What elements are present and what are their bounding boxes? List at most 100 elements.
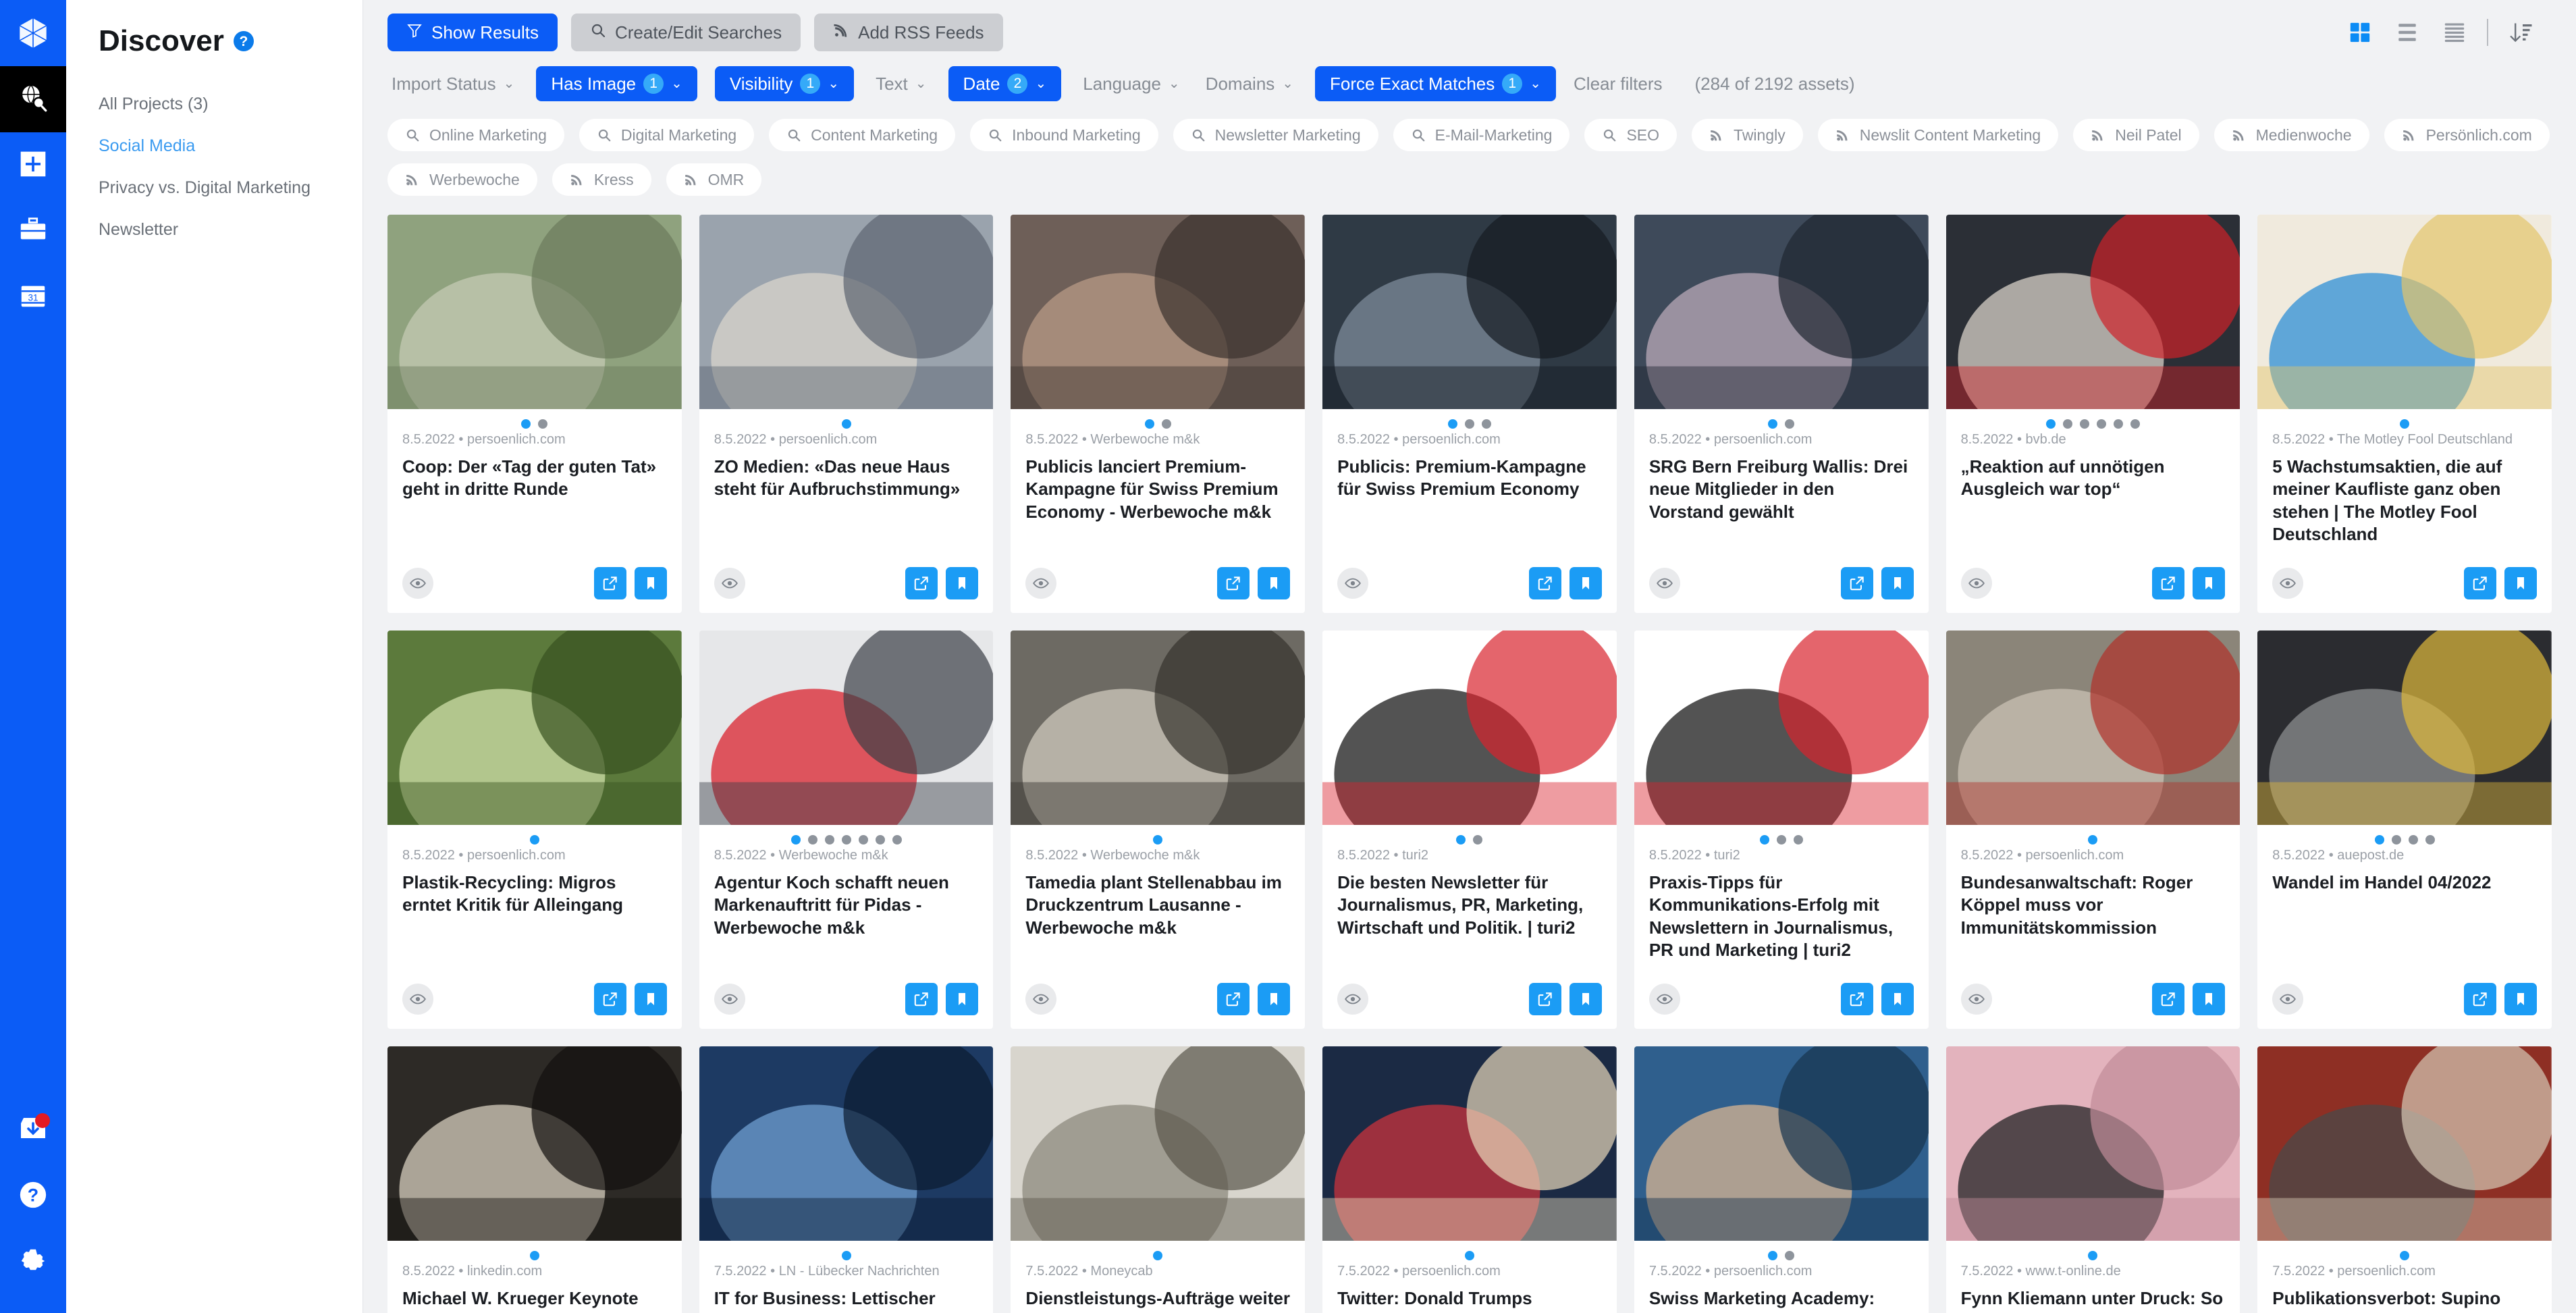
bookmark-icon[interactable] (1881, 567, 1914, 599)
sidebar-item-privacy-vs-digital-marketing[interactable]: Privacy vs. Digital Marketing (99, 180, 363, 196)
eye-icon[interactable] (402, 568, 433, 599)
search-chip[interactable]: E-Mail-Marketing (1393, 119, 1570, 151)
search-chip[interactable]: Newsletter Marketing (1173, 119, 1378, 151)
sidebar-item-all-projects[interactable]: All Projects (3) (99, 96, 363, 113)
search-chip[interactable]: Neil Patel (2073, 119, 2199, 151)
asset-thumbnail[interactable] (387, 631, 682, 825)
eye-icon[interactable] (714, 984, 745, 1015)
filter-force-exact-matches[interactable]: Force Exact Matches 1 ⌄ (1315, 66, 1557, 101)
asset-title[interactable]: Coop: Der «Tag der guten Tat» geht in dr… (387, 448, 682, 567)
asset-thumbnail[interactable] (1634, 215, 1929, 409)
asset-thumbnail[interactable] (1946, 631, 2240, 825)
search-chip[interactable]: OMR (666, 163, 762, 196)
eye-icon[interactable] (1960, 568, 1992, 599)
asset-title[interactable]: Die besten Newsletter für Journalismus, … (1322, 863, 1617, 983)
asset-title[interactable]: Michael W. Krueger Keynote Speaking | Li… (387, 1279, 682, 1313)
asset-thumbnail[interactable] (1322, 1046, 1617, 1241)
asset-thumbnail[interactable] (1322, 215, 1617, 409)
rail-item-settings[interactable] (0, 1229, 66, 1295)
eye-icon[interactable] (2272, 568, 2304, 599)
asset-title[interactable]: Publicis: Premium-Kampagne für Swiss Pre… (1322, 448, 1617, 567)
asset-thumbnail[interactable] (1011, 631, 1306, 825)
open-external-icon[interactable] (593, 983, 626, 1015)
open-external-icon[interactable] (2464, 567, 2496, 599)
add-rss-feeds-button[interactable]: Add RSS Feeds (814, 14, 1003, 51)
open-external-icon[interactable] (2152, 567, 2185, 599)
bookmark-icon[interactable] (634, 983, 667, 1015)
search-chip[interactable]: Kress (552, 163, 651, 196)
search-chip[interactable]: Twingly (1692, 119, 1803, 151)
open-external-icon[interactable] (1217, 983, 1250, 1015)
open-external-icon[interactable] (2152, 983, 2185, 1015)
rail-item-add[interactable] (0, 132, 66, 198)
grid-view-icon[interactable] (2345, 18, 2375, 47)
rail-item-help[interactable]: ? (0, 1163, 66, 1229)
eye-icon[interactable] (1025, 568, 1057, 599)
sort-descending-icon[interactable] (2506, 18, 2535, 47)
asset-card[interactable]: 8.5.2022 • persoenlich.com Plastik-Recycl… (387, 631, 682, 1029)
asset-title[interactable]: 5 Wachstumsaktien, die auf meiner Kaufli… (2257, 448, 2552, 567)
asset-card[interactable]: 7.5.2022 • www.t-online.de Fynn Kliemann … (1946, 1046, 2240, 1313)
asset-title[interactable]: SRG Bern Freiburg Wallis: Drei neue Mitg… (1634, 448, 1929, 567)
bookmark-icon[interactable] (634, 567, 667, 599)
eye-icon[interactable] (1648, 568, 1680, 599)
filter-has-image[interactable]: Has Image 1 ⌄ (536, 66, 697, 101)
asset-card[interactable]: 7.5.2022 • LN - Lübecker Nachrichten IT f… (699, 1046, 994, 1313)
bookmark-icon[interactable] (2504, 567, 2537, 599)
bookmark-icon[interactable] (1258, 983, 1291, 1015)
search-chip[interactable]: Inbound Marketing (970, 119, 1158, 151)
open-external-icon[interactable] (905, 983, 938, 1015)
eye-icon[interactable] (402, 984, 433, 1015)
filter-language[interactable]: Language ⌄ (1079, 66, 1183, 101)
asset-card[interactable]: 7.5.2022 • Moneycab Dienstleistungs-Auftr… (1011, 1046, 1306, 1313)
search-chip[interactable]: Content Marketing (769, 119, 956, 151)
search-chip[interactable]: Persönlich.com (2384, 119, 2550, 151)
asset-thumbnail[interactable] (1946, 215, 2240, 409)
open-external-icon[interactable] (593, 567, 626, 599)
asset-card[interactable]: 8.5.2022 • persoenlich.com ZO Medien: «Da… (699, 215, 994, 613)
asset-thumbnail[interactable] (699, 631, 994, 825)
asset-card[interactable]: 8.5.2022 • persoenlich.com Bundesanwaltsc… (1946, 631, 2240, 1029)
filter-date[interactable]: Date 2 ⌄ (948, 66, 1062, 101)
bookmark-icon[interactable] (1881, 983, 1914, 1015)
asset-card[interactable]: 8.5.2022 • Werbewoche m&k Tamedia plant S… (1011, 631, 1306, 1029)
open-external-icon[interactable] (1528, 983, 1561, 1015)
bookmark-icon[interactable] (2504, 983, 2537, 1015)
asset-card[interactable]: 8.5.2022 • linkedin.com Michael W. Kruege… (387, 1046, 682, 1313)
sidebar-item-social-media[interactable]: Social Media (99, 138, 363, 155)
asset-card[interactable]: 8.5.2022 • turi2 Die besten Newsletter fü… (1322, 631, 1617, 1029)
asset-title[interactable]: Dienstleistungs-Aufträge weiter am Markt… (1011, 1279, 1305, 1313)
asset-thumbnail[interactable] (2257, 1046, 2552, 1241)
asset-thumbnail[interactable] (1011, 215, 1306, 409)
asset-card[interactable]: 8.5.2022 • auepost.de Wandel im Handel 04… (2257, 631, 2552, 1029)
asset-thumbnail[interactable] (1946, 1046, 2240, 1241)
bookmark-icon[interactable] (946, 983, 979, 1015)
asset-title[interactable]: Bundesanwaltschaft: Roger Köppel muss vo… (1946, 863, 2240, 983)
list-view-icon[interactable] (2392, 18, 2422, 47)
asset-thumbnail[interactable] (2257, 215, 2552, 409)
asset-thumbnail[interactable] (1634, 631, 1929, 825)
eye-icon[interactable] (1025, 984, 1057, 1015)
eye-icon[interactable] (1960, 984, 1992, 1015)
asset-title[interactable]: Publikationsverbot: Supino weibelt für A… (2257, 1279, 2552, 1313)
search-chip[interactable]: Medienwoche (2213, 119, 2369, 151)
asset-card[interactable]: 7.5.2022 • persoenlich.com Publikationsve… (2257, 1046, 2552, 1313)
asset-card[interactable]: 8.5.2022 • bvb.de „Reaktion auf unnötigen… (1946, 215, 2240, 613)
create-edit-searches-button[interactable]: Create/Edit Searches (570, 14, 801, 51)
asset-thumbnail[interactable] (1634, 1046, 1929, 1241)
search-chip[interactable]: Werbewoche (387, 163, 537, 196)
asset-card[interactable]: 8.5.2022 • turi2 Praxis-Tipps für Kommuni… (1634, 631, 1929, 1029)
asset-card[interactable]: 7.5.2022 • persoenlich.com Twitter: Donal… (1322, 1046, 1617, 1313)
filter-visibility[interactable]: Visibility 1 ⌄ (714, 66, 855, 101)
asset-thumbnail[interactable] (387, 1046, 682, 1241)
rail-item-inbox[interactable] (0, 1097, 66, 1163)
asset-title[interactable]: Praxis-Tipps für Kommunikations-Erfolg m… (1634, 863, 1929, 983)
open-external-icon[interactable] (2464, 983, 2496, 1015)
filter-import-status[interactable]: Import Status ⌄ (387, 66, 518, 101)
eye-icon[interactable] (714, 568, 745, 599)
clear-filters-button[interactable]: Clear filters (1574, 74, 1662, 95)
eye-icon[interactable] (1337, 984, 1369, 1015)
asset-title[interactable]: Publicis lanciert Premium-Kampagne für S… (1011, 448, 1305, 567)
asset-title[interactable]: „Reaktion auf unnötigen Ausgleich war to… (1946, 448, 2240, 567)
asset-title[interactable]: Tamedia plant Stellenabbau im Druckzentr… (1011, 863, 1305, 983)
